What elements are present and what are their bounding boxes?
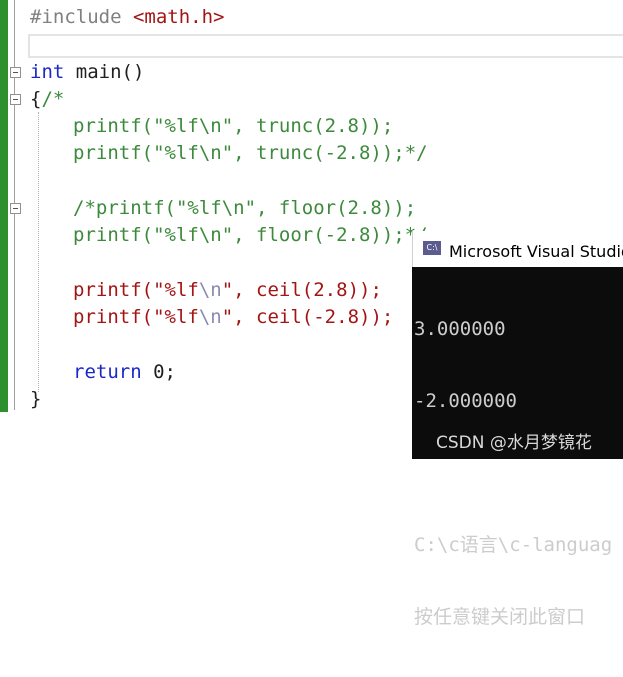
keyword-int: int <box>30 61 65 83</box>
debug-console-window[interactable]: C:\ Microsoft Visual Studio 调 3.000000 -… <box>412 231 623 628</box>
code-line-return[interactable]: return 0; <box>73 361 176 383</box>
main-signature: main() <box>64 61 145 83</box>
include-directive: #include <box>30 6 122 28</box>
code-line-trunc-1[interactable]: printf("%lf\n", trunc(2.8)); <box>73 115 393 137</box>
console-line: 按任意键关闭此窗口 <box>414 606 586 628</box>
code-line-include[interactable]: #include <math.h> <box>30 6 224 28</box>
code-line-floor-1[interactable]: /*printf("%lf\n", floor(2.8)); <box>73 197 416 219</box>
return-value: 0; <box>141 361 176 383</box>
code-line-ceil-2[interactable]: printf("%lf\n", ceil(-2.8)); <box>73 306 393 328</box>
console-output: 3.000000 -2.000000 C:\c语言\c-languag 按任意键… <box>414 269 612 677</box>
console-line: -2.000000 <box>414 390 517 412</box>
code-line-floor-2[interactable]: printf("%lf\n", floor(-2.8));*/ <box>73 224 428 246</box>
include-header: <math.h> <box>132 6 225 28</box>
ceil-call: ", ceil(-2.8)); <box>221 306 394 328</box>
collapse-main-icon[interactable] <box>10 67 21 78</box>
escape-seq: \n <box>198 306 222 328</box>
code-line-trunc-2[interactable]: printf("%lf\n", trunc(-2.8));*/ <box>73 142 428 164</box>
code-line-ceil-1[interactable]: printf("%lf\n", ceil(2.8)); <box>73 279 382 301</box>
collapse-comment2-icon[interactable] <box>10 203 21 214</box>
code-line-main[interactable]: int main() <box>30 61 144 83</box>
console-title-bar[interactable]: C:\ Microsoft Visual Studio 调 <box>412 231 623 267</box>
printf-format: printf("%lf <box>73 279 199 301</box>
code-line-close-brace[interactable]: } <box>30 388 41 410</box>
indent-guide <box>38 112 39 392</box>
keyword-return: return <box>73 361 142 383</box>
open-brace: { <box>30 88 42 110</box>
escape-seq: \n <box>198 279 222 301</box>
change-tracking-bar <box>0 0 8 412</box>
current-line-highlight <box>28 34 623 58</box>
ceil-call: ", ceil(2.8)); <box>221 279 382 301</box>
collapse-comment-icon[interactable] <box>10 94 21 105</box>
console-title: Microsoft Visual Studio 调 <box>449 242 623 261</box>
watermark: CSDN @水月梦镜花 <box>436 433 592 453</box>
code-line-open-brace[interactable]: {/* <box>30 88 64 110</box>
console-line: C:\c语言\c-languag <box>414 534 613 556</box>
console-line: 3.000000 <box>414 318 506 340</box>
console-app-icon: C:\ <box>423 241 441 255</box>
printf-format: printf("%lf <box>73 306 199 328</box>
comment-start: /* <box>41 88 65 110</box>
